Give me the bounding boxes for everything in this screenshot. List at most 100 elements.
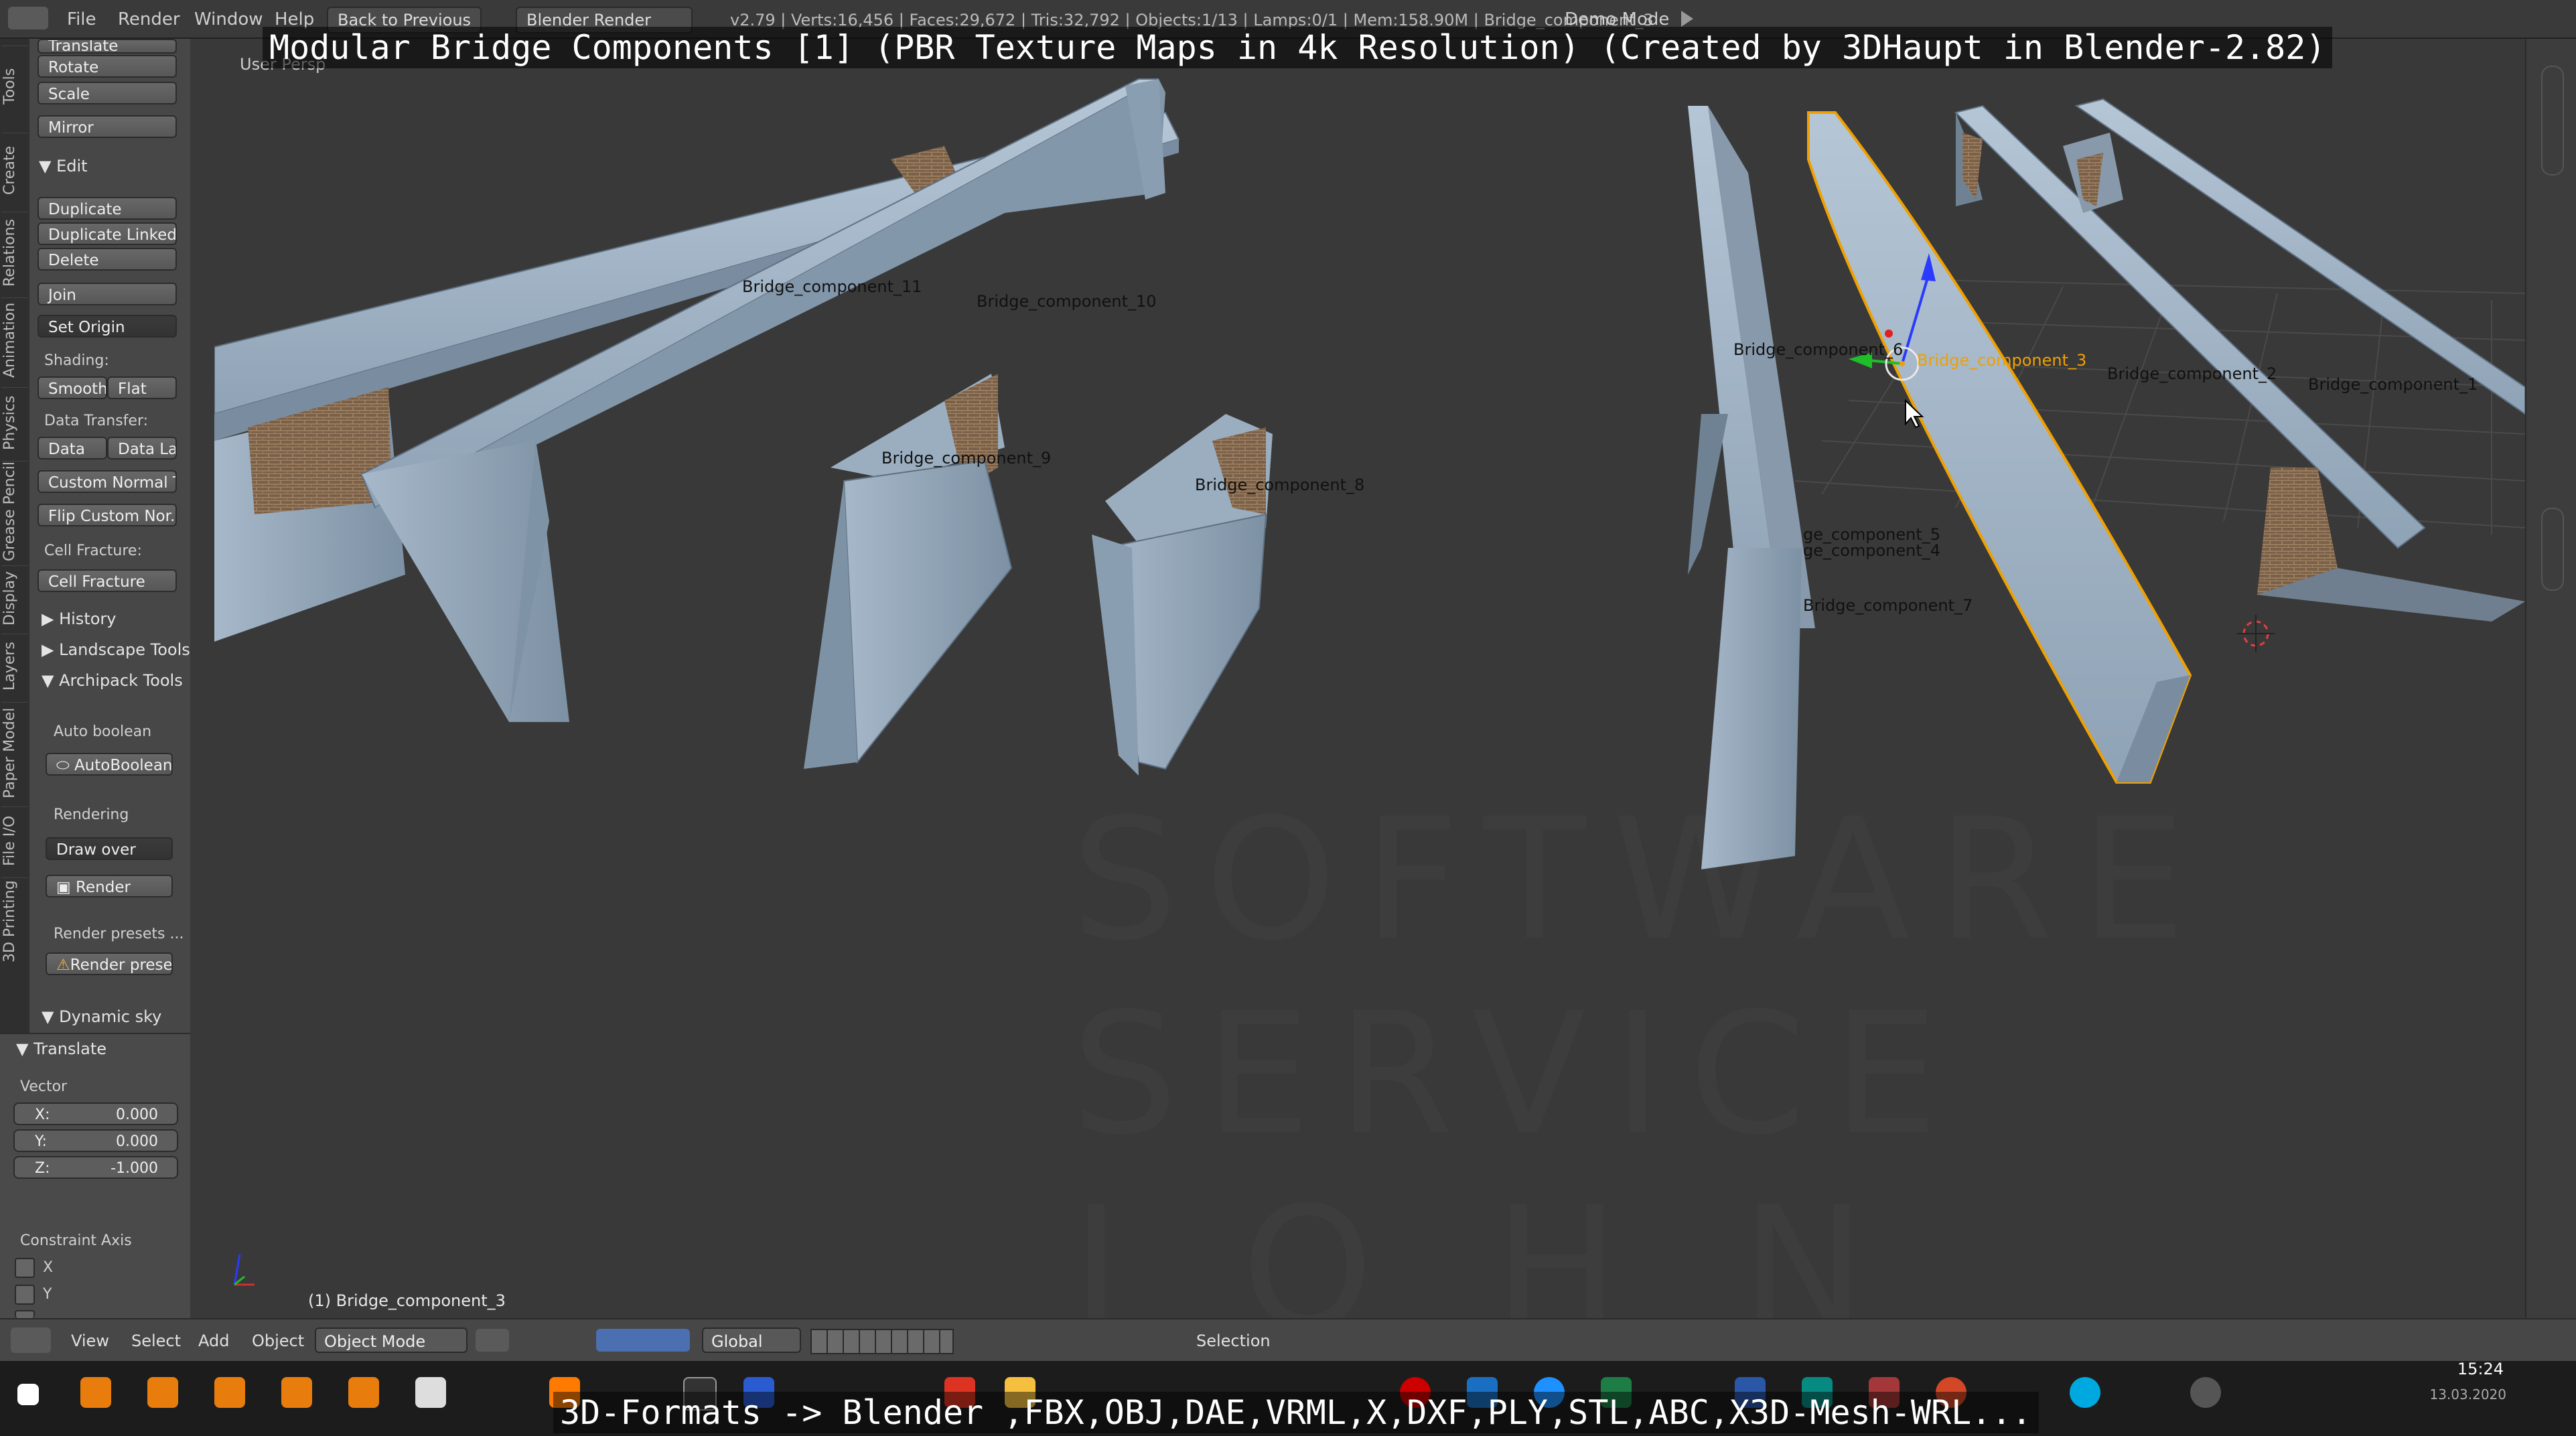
auto-boolean-label: Auto boolean	[54, 723, 152, 740]
tab-file-io[interactable]: File I/O	[1, 806, 28, 874]
clock-time[interactable]: 15:24	[2457, 1360, 2504, 1378]
windows-start-icon[interactable]	[17, 1384, 39, 1405]
render-button[interactable]: ▣ Render	[46, 875, 173, 898]
scene-geometry	[214, 78, 2525, 1286]
constraint-x-checkbox[interactable]	[15, 1258, 35, 1278]
scroll-handle[interactable]	[2541, 66, 2564, 175]
operator-panel-header[interactable]: ▼ Translate	[16, 1039, 106, 1058]
cell-fracture-button[interactable]: Cell Fracture	[38, 569, 177, 592]
blender-icon[interactable]	[80, 1377, 111, 1408]
duplicate-linked-button[interactable]: Duplicate Linked	[38, 222, 177, 245]
tab-3d-printing[interactable]: 3D Printing	[1, 877, 28, 965]
constraint-z-checkbox[interactable]	[15, 1310, 35, 1318]
tab-paper-model[interactable]: Paper Model	[1, 702, 28, 803]
menu-render[interactable]: Render	[118, 9, 180, 29]
scale-button[interactable]: Scale	[38, 82, 177, 104]
menu-add[interactable]: Add	[198, 1332, 229, 1350]
app-icon[interactable]	[415, 1377, 446, 1408]
axis-indicator	[233, 1254, 255, 1286]
bridge-component-3	[1807, 111, 2192, 784]
menu-view[interactable]: View	[71, 1332, 109, 1350]
triangle-down-icon: ▼	[39, 157, 57, 175]
duplicate-button[interactable]: Duplicate	[38, 197, 177, 220]
blender-icon[interactable]	[214, 1377, 245, 1408]
archipack-tools-header[interactable]: ▼ Archipack Tools	[42, 671, 183, 690]
tab-layers[interactable]: Layers	[1, 634, 28, 699]
data-button[interactable]: Data	[38, 437, 107, 459]
label-component-9: Bridge_component_9	[881, 449, 1052, 468]
mode-select[interactable]: Object Mode	[315, 1327, 468, 1353]
label-component-6: Bridge_component_6	[1733, 340, 1904, 359]
triangle-right-icon: ▶	[42, 609, 60, 628]
z-value: -1.000	[111, 1160, 158, 1177]
x-value: 0.000	[116, 1106, 158, 1123]
x-label: X:	[35, 1106, 50, 1123]
tab-grease-pencil[interactable]: Grease Pencil	[1, 461, 28, 562]
label-component-8: Bridge_component_8	[1195, 476, 1365, 494]
tab-animation[interactable]: Animation	[1, 297, 28, 382]
join-button[interactable]: Join	[38, 283, 177, 305]
orientation-select[interactable]: Global	[702, 1327, 801, 1353]
settings-icon[interactable]	[2190, 1377, 2221, 1408]
data-transfer-label: Data Transfer:	[44, 413, 149, 429]
render-presets-button[interactable]: ⚠Render prese...	[46, 952, 173, 975]
pivot-icon[interactable]	[476, 1329, 509, 1352]
menu-window[interactable]: Window	[194, 9, 263, 29]
menu-select[interactable]: Select	[131, 1332, 181, 1350]
right-toolbar[interactable]	[2525, 39, 2576, 1318]
constraint-y-checkbox[interactable]	[15, 1285, 35, 1305]
tab-relations[interactable]: Relations	[1, 212, 28, 293]
vector-label: Vector	[20, 1078, 68, 1095]
constraint-y-label: Y	[43, 1286, 52, 1303]
bridge-component-8	[1092, 414, 1273, 776]
3d-cursor-icon	[2237, 615, 2275, 652]
menu-file[interactable]: File	[67, 9, 96, 29]
layer-buttons-icon[interactable]	[810, 1329, 954, 1354]
vector-y-field[interactable]: Y: 0.000	[13, 1129, 178, 1152]
mirror-button[interactable]: Mirror	[38, 115, 177, 138]
edit-panel-header[interactable]: ▼ Edit	[39, 157, 88, 175]
triangle-down-icon: ▼	[42, 1007, 60, 1026]
landscape-tools-header[interactable]: ▶ Landscape Tools	[42, 640, 190, 659]
flat-button[interactable]: Flat	[107, 376, 177, 399]
vector-z-field[interactable]: Z: -1.000	[13, 1156, 178, 1179]
y-label: Y:	[35, 1133, 47, 1150]
flip-custom-normals-button[interactable]: Flip Custom Nor...	[38, 504, 177, 526]
label-component-3: Bridge_component_3	[1917, 351, 2087, 370]
boolean-icon: ⬭	[56, 757, 74, 774]
play-icon[interactable]	[1681, 11, 1693, 27]
label-component-1: Bridge_component_1	[2308, 375, 2478, 394]
menu-object[interactable]: Object	[252, 1332, 304, 1350]
history-panel-header[interactable]: ▶ History	[42, 609, 116, 628]
set-origin-select[interactable]: Set Origin	[38, 315, 177, 338]
tab-tools[interactable]: Tools	[1, 46, 28, 127]
delete-button[interactable]: Delete	[38, 248, 177, 271]
translate-button[interactable]: Translate	[38, 39, 177, 54]
blender-icon[interactable]	[348, 1377, 379, 1408]
skype-icon[interactable]	[2070, 1377, 2100, 1408]
rotate-button[interactable]: Rotate	[38, 55, 177, 78]
tab-physics[interactable]: Physics	[1, 387, 28, 457]
editor-type-icon[interactable]	[8, 7, 48, 29]
manipulator-icons[interactable]	[596, 1329, 690, 1352]
tab-create[interactable]: Create	[1, 133, 28, 207]
label-component-4: ge_component_4	[1803, 541, 1941, 560]
bridge-component-1	[2063, 98, 2525, 622]
label-component-2: Bridge_component_2	[2107, 364, 2277, 383]
triangle-down-icon: ▼	[42, 671, 60, 690]
blender-icon[interactable]	[281, 1377, 312, 1408]
data-layout-button[interactable]: Data La	[107, 437, 177, 459]
3d-viewport[interactable]: SOFTWARE SERVICE JOHN User Bridge_compon…	[214, 39, 2525, 1318]
clock-date[interactable]: 13.03.2020	[2429, 1386, 2506, 1403]
autoboolean-button[interactable]: ⬭ AutoBoolean	[46, 753, 173, 776]
label-component-7: Bridge_component_7	[1803, 596, 1973, 615]
smooth-button[interactable]: Smooth	[38, 376, 107, 399]
vector-x-field[interactable]: X: 0.000	[13, 1102, 178, 1125]
editor-type-icon[interactable]	[11, 1327, 51, 1353]
custom-normal-button[interactable]: Custom Normal T...	[38, 470, 177, 493]
dynamic-sky-header[interactable]: ▼ Dynamic sky	[42, 1007, 161, 1026]
blender-icon[interactable]	[147, 1377, 178, 1408]
scroll-handle[interactable]	[2541, 508, 2564, 591]
tab-display[interactable]: Display	[1, 565, 28, 630]
draw-over-select[interactable]: Draw over	[46, 837, 173, 860]
